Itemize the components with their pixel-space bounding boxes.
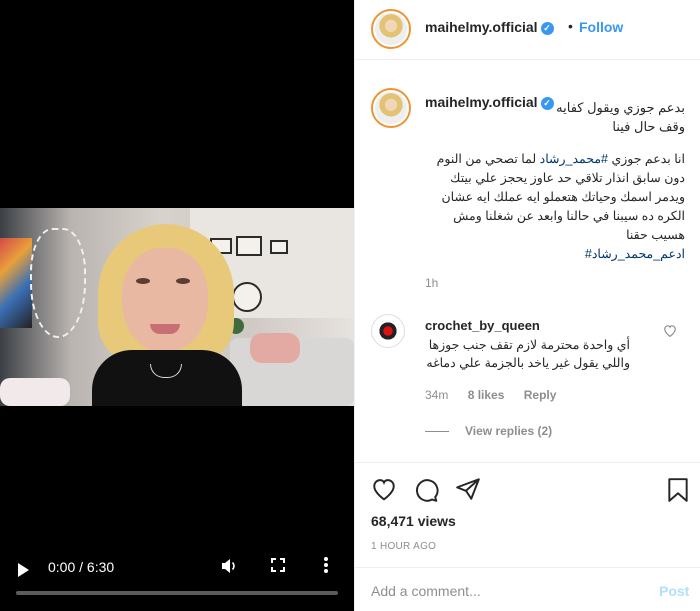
video-progress-bar[interactable] (16, 591, 338, 595)
view-replies-button[interactable]: View replies (2) (425, 424, 552, 438)
add-comment-input[interactable] (371, 581, 631, 601)
caption-body: انا بدعم جوزي #محمد_رشاد لما تصحي من الن… (419, 150, 685, 264)
verified-badge-icon: ✓ (540, 97, 554, 110)
share-send-icon[interactable] (455, 477, 481, 504)
avatar[interactable] (371, 9, 411, 49)
bookmark-save-icon[interactable] (667, 477, 689, 506)
volume-icon[interactable] (220, 557, 238, 580)
commenter-avatar-image (377, 320, 399, 342)
post-header: maihelmy.official ✓ • Follow (355, 0, 700, 60)
post-comment-button[interactable]: Post (659, 583, 689, 599)
commenter-username[interactable]: crochet_by_queen (425, 318, 540, 333)
post-actions: 68,471 views 1 HOUR AGO Post (355, 462, 700, 611)
caption-hashtag-link[interactable]: #محمد_رشاد (540, 152, 608, 166)
caption-text: انا بدعم جوزي (607, 152, 685, 166)
comment-meta: 34m 8 likes Reply (425, 388, 572, 402)
avatar-image (375, 92, 407, 124)
comment-likes[interactable]: 8 likes (468, 388, 505, 402)
comment-bubble-icon[interactable] (413, 477, 439, 506)
caption-end-hashtag-link[interactable]: ادعم_محمد_رشاد# (585, 247, 685, 261)
caption-username-row: maihelmy.official ✓ (425, 94, 554, 110)
person-shirt (92, 350, 242, 406)
video-frame[interactable] (0, 208, 354, 406)
post-side-panel: maihelmy.official ✓ • Follow maihelmy.off… (354, 0, 700, 611)
comment-like-heart-icon[interactable] (663, 324, 677, 340)
header-username-row: maihelmy.official ✓ (425, 19, 554, 35)
fullscreen-icon[interactable] (270, 557, 286, 578)
comment-text: أي واحدة محترمة لازم تقف جنب جوزها واللي… (426, 338, 630, 370)
verified-badge-icon: ✓ (540, 22, 554, 35)
play-icon[interactable] (18, 563, 29, 577)
like-heart-icon[interactable] (371, 477, 397, 504)
add-comment-bar: Post (355, 567, 700, 611)
person-eye (176, 278, 190, 284)
caption-timestamp[interactable]: 1h (425, 276, 438, 290)
video-background-rug (0, 378, 70, 406)
header-username[interactable]: maihelmy.official (425, 19, 538, 35)
caption-username[interactable]: maihelmy.official (425, 94, 538, 110)
person-face (122, 248, 208, 352)
video-background-frame (270, 240, 288, 254)
video-person (92, 224, 242, 406)
view-replies-label: View replies (2) (465, 424, 553, 438)
caption-headline: بدعم جوزي ويقول كفايه وقف حال فينا (556, 100, 685, 134)
avatar-image (375, 13, 407, 45)
video-background-art (0, 238, 32, 328)
avatar[interactable] (371, 88, 411, 128)
commenter-avatar[interactable] (371, 314, 405, 348)
post-date[interactable]: 1 HOUR AGO (371, 541, 436, 552)
video-background-chair (30, 228, 86, 338)
person-eye (136, 278, 150, 284)
video-background-pillow (250, 333, 300, 363)
comment-time[interactable]: 34m (425, 388, 448, 402)
more-options-icon[interactable] (323, 556, 329, 579)
video-controls: 0:00 / 6:30 (0, 551, 354, 611)
comment-reply-button[interactable]: Reply (524, 388, 557, 402)
video-player[interactable]: 0:00 / 6:30 (0, 0, 354, 611)
header-separator: • (568, 18, 573, 34)
video-time: 0:00 / 6:30 (48, 559, 115, 575)
view-replies-line (425, 431, 449, 433)
views-count[interactable]: 68,471 views (371, 513, 456, 529)
follow-button[interactable]: Follow (579, 19, 623, 35)
